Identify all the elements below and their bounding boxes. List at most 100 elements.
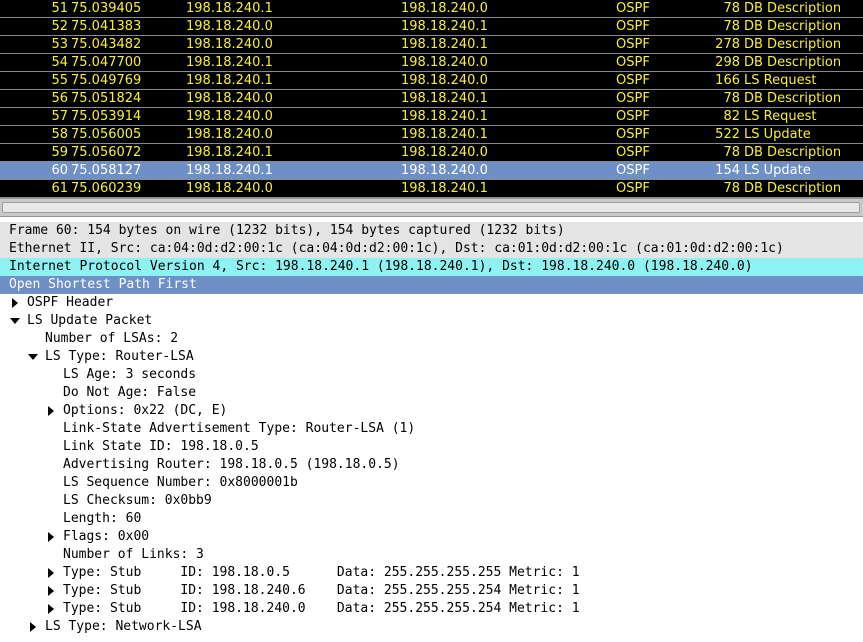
detail-row[interactable]: Internet Protocol Version 4, Src: 198.18…: [0, 258, 863, 276]
triangle-right-icon: [30, 622, 36, 632]
detail-row[interactable]: Type: Stub ID: 198.18.240.6 Data: 255.25…: [0, 582, 863, 600]
detail-row[interactable]: Flags: 0x00: [0, 528, 863, 546]
expand-triangle-right-icon[interactable]: [45, 564, 57, 582]
packet-row[interactable]: 53 75.043482 198.18.240.0 198.18.240.1 OSPF 2…: [0, 36, 863, 54]
detail-text: Type: Stub ID: 198.18.240.6 Data: 255.25…: [63, 583, 580, 598]
packet-row[interactable]: 59 75.056072 198.18.240.1 198.18.240.0 OSPF 7…: [0, 144, 863, 162]
scrollbar-thumb[interactable]: [2, 202, 860, 213]
packet-number: 54: [51, 55, 68, 70]
detail-row[interactable]: Link State ID: 198.18.0.5: [0, 438, 863, 456]
detail-row[interactable]: LS Age: 3 seconds: [0, 366, 863, 384]
detail-text: Number of LSAs: 2: [45, 331, 179, 346]
expand-triangle-right-icon[interactable]: [45, 528, 57, 546]
packet-row[interactable]: 55 75.049769 198.18.240.1 198.18.240.0 OSPF 1…: [0, 72, 863, 90]
packet-source: 198.18.240.1: [186, 1, 273, 16]
packet-details-tree: Frame 60: 154 bytes on wire (1232 bits),…: [0, 222, 863, 642]
detail-text: LS Sequence Number: 0x8000001b: [63, 475, 298, 490]
packet-protocol: OSPF: [616, 1, 650, 16]
packet-length: 78: [723, 1, 740, 16]
packet-destination: 198.18.240.1: [401, 127, 488, 142]
packet-row[interactable]: 52 75.041383 198.18.240.0 198.18.240.1 OSPF 7…: [0, 18, 863, 36]
detail-row[interactable]: Frame 60: 154 bytes on wire (1232 bits),…: [0, 222, 863, 240]
detail-row[interactable]: Ethernet II, Src: ca:04:0d:d2:00:1c (ca:…: [0, 240, 863, 258]
packet-time: 75.049769: [71, 73, 142, 88]
packet-number: 53: [51, 37, 68, 52]
expand-triangle-right-icon[interactable]: [27, 618, 39, 636]
detail-row[interactable]: Link-State Advertisement Type: Router-LS…: [0, 420, 863, 438]
packet-destination: 198.18.240.1: [401, 109, 488, 124]
detail-row[interactable]: Number of LSAs: 2: [0, 330, 863, 348]
packet-destination: 198.18.240.0: [401, 145, 488, 160]
packet-row[interactable]: 51 75.039405 198.18.240.1 198.18.240.0 OSPF 7…: [0, 0, 863, 18]
detail-text: Link-State Advertisement Type: Router-LS…: [63, 421, 416, 436]
horizontal-scrollbar[interactable]: [0, 198, 863, 217]
packet-source: 198.18.240.0: [186, 19, 273, 34]
packet-row[interactable]: 56 75.051824 198.18.240.0 198.18.240.1 OSPF 7…: [0, 90, 863, 108]
packet-time: 75.056072: [71, 145, 142, 160]
packet-time: 75.047700: [71, 55, 142, 70]
packet-destination: 198.18.240.1: [401, 37, 488, 52]
packet-protocol: OSPF: [616, 91, 650, 106]
detail-text: Options: 0x22 (DC, E): [63, 403, 228, 418]
packet-length: 278: [715, 37, 740, 52]
expand-triangle-right-icon[interactable]: [45, 600, 57, 618]
detail-row[interactable]: Advertising Router: 198.18.0.5 (198.18.0…: [0, 456, 863, 474]
detail-row[interactable]: Open Shortest Path First: [0, 276, 863, 294]
packet-source: 198.18.240.1: [186, 163, 273, 178]
packet-protocol: OSPF: [616, 19, 650, 34]
packet-info: DB Description: [744, 181, 842, 196]
detail-row[interactable]: LS Sequence Number: 0x8000001b: [0, 474, 863, 492]
packet-number: 59: [51, 145, 68, 160]
detail-row[interactable]: LS Update Packet: [0, 312, 863, 330]
detail-text: OSPF Header: [27, 295, 114, 310]
detail-text: Ethernet II, Src: ca:04:0d:d2:00:1c (ca:…: [9, 241, 784, 256]
triangle-right-icon: [48, 532, 54, 542]
packet-row[interactable]: 58 75.056005 198.18.240.0 198.18.240.1 OSPF 5…: [0, 126, 863, 144]
expand-triangle-right-icon[interactable]: [45, 582, 57, 600]
packet-info: LS Update: [744, 163, 811, 178]
packet-row[interactable]: 54 75.047700 198.18.240.1 198.18.240.0 OSPF 2…: [0, 54, 863, 72]
detail-row[interactable]: Type: Stub ID: 198.18.240.0 Data: 255.25…: [0, 600, 863, 618]
detail-text: Length: 60: [63, 511, 142, 526]
packet-info: DB Description: [744, 1, 842, 16]
detail-row[interactable]: Options: 0x22 (DC, E): [0, 402, 863, 420]
packet-row[interactable]: 61 75.060239 198.18.240.0 198.18.240.1 OSPF 7…: [0, 180, 863, 198]
detail-row[interactable]: OSPF Header: [0, 294, 863, 312]
packet-number: 51: [51, 1, 68, 16]
detail-row[interactable]: LS Type: Network-LSA: [0, 618, 863, 636]
packet-length: 78: [723, 181, 740, 196]
packet-time: 75.043482: [71, 37, 142, 52]
packet-destination: 198.18.240.1: [401, 19, 488, 34]
triangle-down-icon: [28, 354, 38, 360]
expand-triangle-right-icon[interactable]: [9, 294, 21, 312]
packet-number: 60: [51, 163, 68, 178]
detail-row[interactable]: Do Not Age: False: [0, 384, 863, 402]
packet-destination: 198.18.240.0: [401, 73, 488, 88]
packet-time: 75.056005: [71, 127, 142, 142]
packet-destination: 198.18.240.1: [401, 91, 488, 106]
packet-length: 154: [715, 163, 740, 178]
detail-text: LS Checksum: 0x0bb9: [63, 493, 212, 508]
detail-row[interactable]: Number of Links: 3: [0, 546, 863, 564]
detail-text: Internet Protocol Version 4, Src: 198.18…: [9, 259, 753, 274]
detail-row[interactable]: Type: Stub ID: 198.18.0.5 Data: 255.255.…: [0, 564, 863, 582]
packet-length: 78: [723, 145, 740, 160]
packet-source: 198.18.240.1: [186, 73, 273, 88]
detail-row[interactable]: LS Checksum: 0x0bb9: [0, 492, 863, 510]
packet-time: 75.060239: [71, 181, 142, 196]
detail-row[interactable]: LS Type: Router-LSA: [0, 348, 863, 366]
triangle-right-icon: [12, 298, 18, 308]
packet-row[interactable]: 60 75.058127 198.18.240.1 198.18.240.0 OSPF 1…: [0, 162, 863, 180]
packet-info: DB Description: [744, 55, 842, 70]
packet-time: 75.058127: [71, 163, 142, 178]
packet-row[interactable]: 57 75.053914 198.18.240.0 198.18.240.1 OSPF 8…: [0, 108, 863, 126]
packet-length: 298: [715, 55, 740, 70]
expand-triangle-right-icon[interactable]: [45, 402, 57, 420]
packet-source: 198.18.240.0: [186, 91, 273, 106]
expand-triangle-down-icon[interactable]: [27, 348, 39, 366]
packet-protocol: OSPF: [616, 163, 650, 178]
packet-number: 61: [51, 181, 68, 196]
packet-info: LS Update: [744, 127, 811, 142]
expand-triangle-down-icon[interactable]: [9, 312, 21, 330]
detail-row[interactable]: Length: 60: [0, 510, 863, 528]
